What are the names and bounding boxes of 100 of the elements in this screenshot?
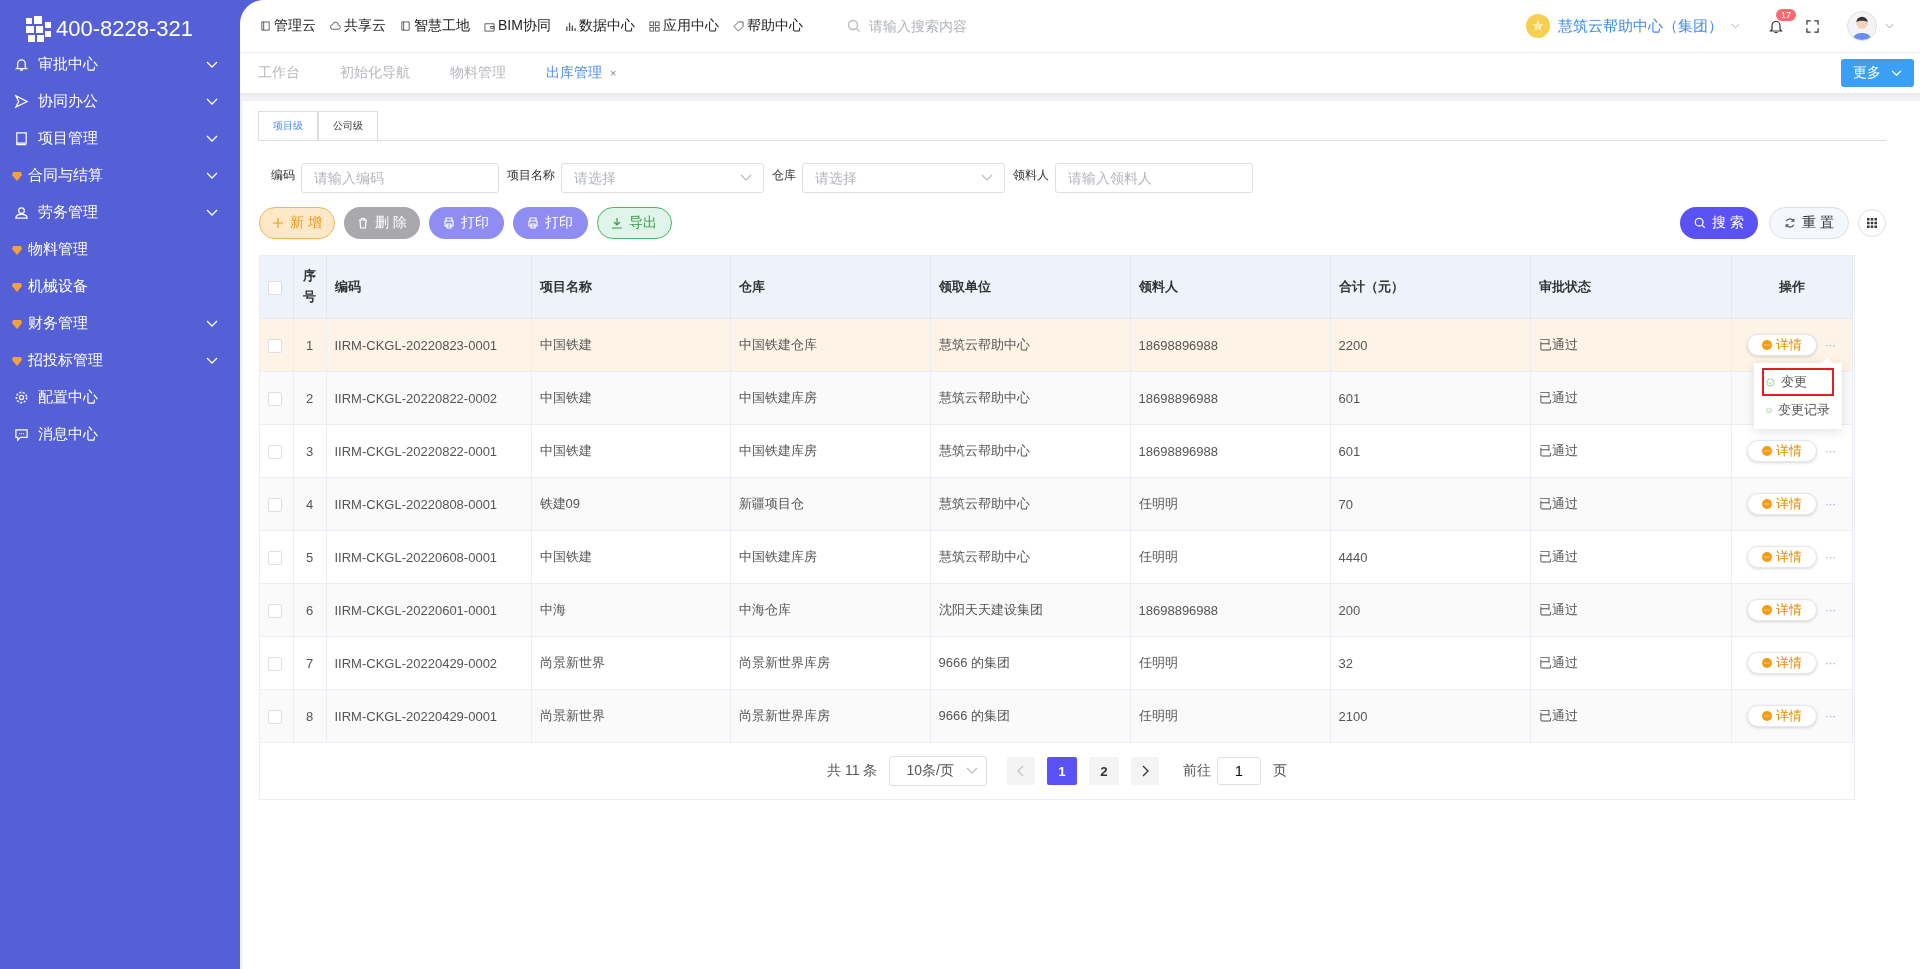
sidebar-item[interactable]: 消息中心 — [0, 416, 240, 453]
sidebar-item[interactable]: 物料管理 — [0, 231, 240, 268]
nav-link[interactable]: 智慧工地 — [400, 17, 470, 35]
grid-icon — [1867, 218, 1877, 228]
nav-link[interactable]: 帮助中心 — [732, 17, 803, 35]
table-cell: IIRM-CKGL-20220429-0002 — [334, 655, 498, 671]
more-button[interactable]: 更多 — [1841, 59, 1914, 87]
reset-button[interactable]: 重 置 — [1769, 207, 1849, 239]
level-tab[interactable]: 公司级 — [318, 111, 378, 140]
table-cell: 601 — [1338, 390, 1361, 406]
tag-icon — [732, 20, 744, 32]
sidebar-item[interactable]: 财务管理 — [0, 305, 240, 342]
search-icon — [1694, 217, 1707, 229]
table-cell: 4 — [305, 496, 314, 512]
column-header: 领料人 — [1138, 279, 1178, 294]
column-header: 操作 — [1778, 279, 1805, 294]
page-button[interactable]: 2 — [1088, 757, 1119, 785]
detail-button[interactable]: 详情 — [1747, 334, 1817, 356]
sidebar-item[interactable]: 招投标管理 — [0, 342, 240, 379]
nav-link[interactable]: 管理云 — [260, 17, 316, 35]
select-field[interactable]: 请选择 — [561, 163, 764, 193]
action-button[interactable]: 打印 — [512, 207, 588, 239]
table-cell: 慧筑云帮助中心 — [938, 390, 1030, 405]
table-cell: 已通过 — [1538, 390, 1578, 405]
select-field[interactable]: 请选择 — [802, 163, 1005, 193]
input-field[interactable]: 请输入编码 — [301, 163, 499, 193]
fullscreen-icon[interactable] — [1806, 19, 1819, 33]
menu-item[interactable]: 变更 — [1761, 368, 1834, 396]
table-cell: 已通过 — [1538, 496, 1578, 511]
table-cell: 中国铁建 — [539, 443, 592, 458]
sidebar-item[interactable]: 审批中心 — [0, 46, 240, 83]
notification-badge: 17 — [1776, 8, 1796, 21]
page-size-select[interactable]: 10条/页 — [889, 756, 987, 786]
table-cell: 慧筑云帮助中心 — [938, 496, 1030, 511]
table-cell: IIRM-CKGL-20220823-0001 — [334, 337, 498, 353]
next-page-button[interactable] — [1130, 757, 1159, 785]
sidebar-item[interactable]: 劳务管理 — [0, 194, 240, 231]
book-icon — [400, 20, 411, 32]
more-dots-icon — [1762, 340, 1772, 350]
chevron-down-icon — [206, 171, 218, 180]
detail-button[interactable]: 详情 — [1747, 652, 1817, 674]
table-cell: 慧筑云帮助中心 — [938, 337, 1030, 352]
checkbox[interactable] — [268, 391, 282, 406]
table-cell: 1 — [305, 337, 314, 353]
table-cell: 18698896988 — [1138, 443, 1219, 459]
column-header: 审批状态 — [1538, 279, 1591, 294]
sidebar-item[interactable]: 配置中心 — [0, 379, 240, 416]
nav-link[interactable]: BIM协同 — [484, 17, 551, 35]
detail-button[interactable]: 详情 — [1747, 705, 1817, 727]
chevron-down-icon — [206, 60, 218, 69]
sidebar-item[interactable]: 项目管理 — [0, 120, 240, 157]
chevron-down-icon — [981, 174, 993, 182]
sidebar-item[interactable]: 合同与结算 — [0, 157, 240, 194]
filter-label: 仓库 — [772, 167, 796, 184]
page-input[interactable]: 1 — [1216, 757, 1261, 785]
sidebar-item[interactable]: 机械设备 — [0, 268, 240, 305]
checkbox[interactable] — [268, 656, 282, 671]
action-button[interactable]: 打印 — [428, 207, 504, 239]
page-tab[interactable]: 出库管理 × — [546, 64, 617, 82]
organization-switcher[interactable]: 慧筑云帮助中心（集团） — [1558, 16, 1723, 36]
filter-label: 项目名称 — [507, 167, 555, 184]
detail-button[interactable]: 详情 — [1747, 493, 1817, 515]
search-button[interactable]: 搜 索 — [1680, 207, 1759, 239]
previous-page-button[interactable] — [1006, 757, 1035, 785]
checkbox[interactable] — [268, 338, 282, 353]
checkbox[interactable] — [268, 280, 282, 295]
cloud-icon — [330, 20, 341, 32]
settings-icon — [14, 390, 29, 405]
table-cell: 2 — [305, 390, 314, 406]
checkbox[interactable] — [268, 709, 282, 724]
checkbox[interactable] — [268, 603, 282, 618]
more-dots-icon — [1762, 499, 1772, 509]
check-circle-icon — [1765, 405, 1772, 415]
table-cell: 中海仓库 — [738, 602, 791, 617]
column-settings-button[interactable] — [1858, 209, 1886, 237]
action-button[interactable]: 导出 — [596, 207, 672, 239]
table-cell: 中国铁建仓库 — [738, 337, 817, 352]
table-cell: IIRM-CKGL-20220608-0001 — [334, 549, 498, 565]
checkbox[interactable] — [268, 444, 282, 459]
detail-button[interactable]: 详情 — [1747, 599, 1817, 621]
nav-link[interactable]: 应用中心 — [648, 17, 719, 35]
table-cell: 18698896988 — [1138, 602, 1219, 618]
menu-item[interactable]: 变更记录 — [1761, 396, 1834, 424]
table-cell: 18698896988 — [1138, 390, 1219, 406]
more-dots-icon — [1762, 446, 1772, 456]
detail-button[interactable]: 详情 — [1747, 440, 1817, 462]
input-field[interactable]: 请输入领料人 — [1055, 163, 1253, 193]
checkbox[interactable] — [268, 550, 282, 565]
nav-link[interactable]: 共享云 — [330, 17, 386, 35]
chevron-down-icon — [206, 208, 218, 217]
nav-link[interactable]: 数据中心 — [564, 17, 635, 35]
sidebar-item[interactable]: 协同办公 — [0, 83, 240, 120]
table-cell: 任明明 — [1138, 655, 1178, 670]
detail-button[interactable]: 详情 — [1747, 546, 1817, 568]
avatar[interactable] — [1847, 11, 1877, 41]
level-tab[interactable]: 项目级 — [258, 111, 318, 140]
more-dots-icon — [1762, 711, 1772, 721]
send-icon — [14, 94, 29, 109]
page-button[interactable]: 1 — [1046, 757, 1077, 785]
checkbox[interactable] — [268, 497, 282, 512]
